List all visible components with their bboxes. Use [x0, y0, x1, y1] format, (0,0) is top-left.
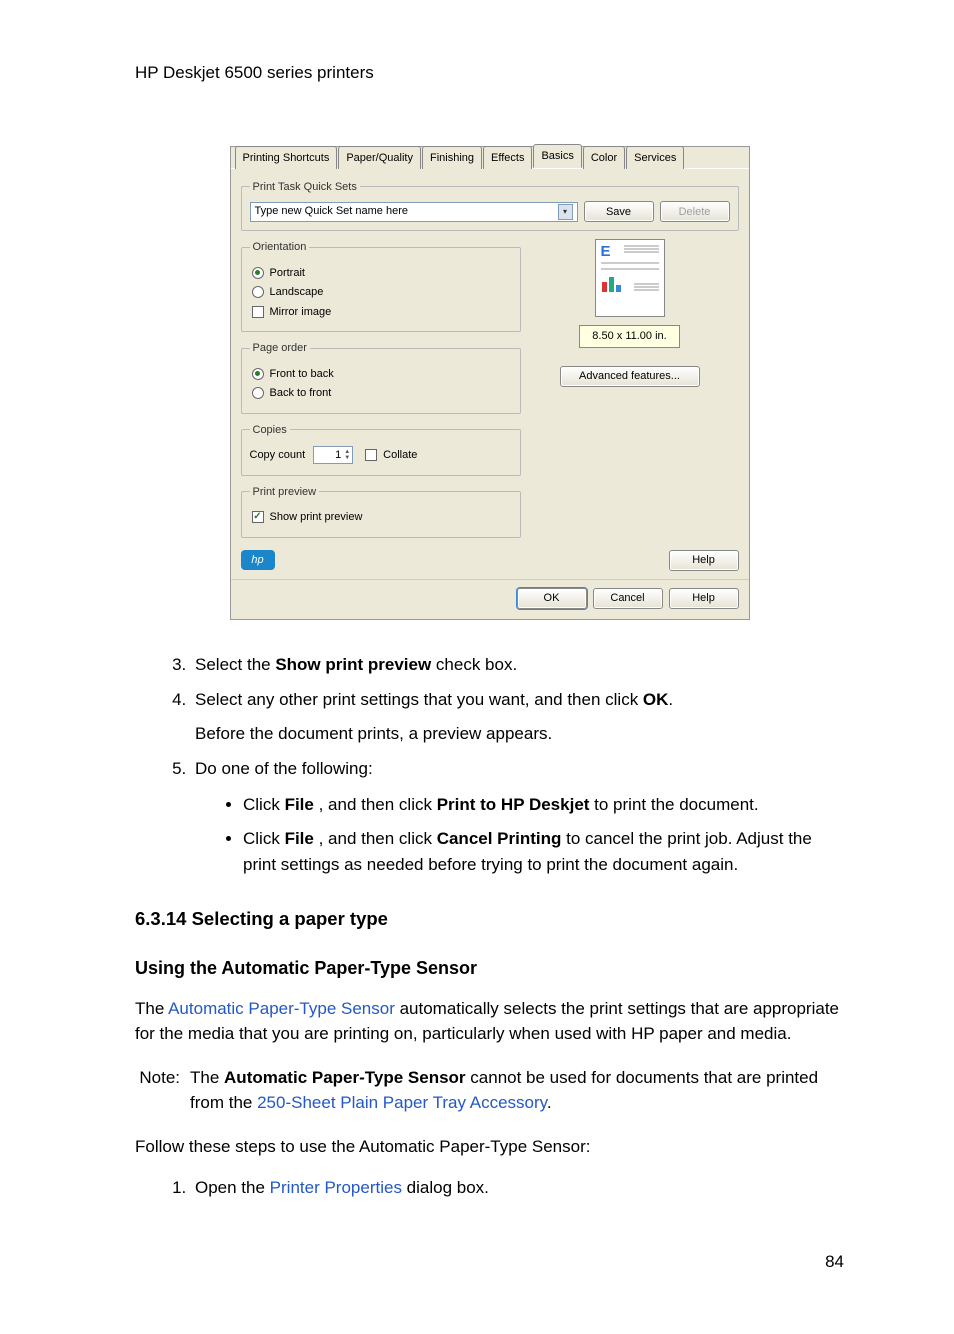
help-button[interactable]: Help [669, 588, 739, 609]
cancel-button[interactable]: Cancel [593, 588, 663, 609]
paragraph: The Automatic Paper-Type Sensor automati… [135, 996, 844, 1047]
page-title: HP Deskjet 6500 series printers [135, 60, 844, 86]
quick-sets-group: Print Task Quick Sets Type new Quick Set… [241, 179, 739, 232]
copies-legend: Copies [250, 422, 290, 439]
show-print-preview-label: Show print preview [270, 509, 363, 526]
checkbox-off-icon [252, 306, 264, 318]
step-5-option-2: Click File , and then click Cancel Print… [243, 826, 844, 877]
tray-accessory-link[interactable]: 250-Sheet Plain Paper Tray Accessory [257, 1093, 547, 1112]
orientation-group: Orientation Portrait Landscape Mirror im… [241, 239, 521, 332]
subsection-heading: Using the Automatic Paper-Type Sensor [135, 955, 844, 982]
paragraph: Follow these steps to use the Automatic … [135, 1134, 844, 1160]
tab-basics[interactable]: Basics [533, 144, 581, 168]
checkbox-off-icon [365, 449, 377, 461]
radio-on-icon [252, 368, 264, 380]
save-button[interactable]: Save [584, 201, 654, 222]
checkbox-on-icon [252, 511, 264, 523]
portrait-radio[interactable]: Portrait [252, 265, 510, 282]
dialog-screenshot: Printing Shortcuts Paper/Quality Finishi… [135, 146, 844, 620]
advanced-features-button[interactable]: Advanced features... [560, 366, 700, 387]
back-to-front-radio[interactable]: Back to front [252, 385, 510, 402]
ftb-label: Front to back [270, 366, 334, 383]
printer-properties-dialog: Printing Shortcuts Paper/Quality Finishi… [230, 146, 750, 620]
step-1: Open the Printer Properties dialog box. [191, 1175, 844, 1201]
tab-strip: Printing Shortcuts Paper/Quality Finishi… [231, 147, 749, 169]
tab-color[interactable]: Color [583, 146, 625, 169]
step-5-option-1: Click File , and then click Print to HP … [243, 792, 844, 818]
page-order-group: Page order Front to back Back to front [241, 340, 521, 414]
step-4: Select any other print settings that you… [191, 687, 844, 746]
spinner-down-icon[interactable]: ▼ [344, 455, 350, 461]
orientation-legend: Orientation [250, 239, 310, 256]
printer-properties-link[interactable]: Printer Properties [270, 1178, 402, 1197]
ok-button[interactable]: OK [517, 588, 587, 609]
radio-off-icon [252, 286, 264, 298]
copy-count-label: Copy count [250, 447, 306, 464]
section-heading: 6.3.14 Selecting a paper type [135, 905, 844, 933]
page-preview: E [595, 239, 665, 317]
tab-services[interactable]: Services [626, 146, 684, 169]
step-5: Do one of the following: Click File , an… [191, 756, 844, 877]
preview-glyph: E [601, 244, 611, 259]
note-body: The Automatic Paper-Type Sensor cannot b… [190, 1065, 844, 1116]
quick-set-placeholder: Type new Quick Set name here [255, 203, 408, 220]
instruction-list-2: Open the Printer Properties dialog box. [135, 1175, 844, 1201]
chevron-down-icon[interactable]: ▾ [558, 204, 573, 220]
tab-finishing[interactable]: Finishing [422, 146, 482, 169]
tab-effects[interactable]: Effects [483, 146, 532, 169]
print-preview-group: Print preview Show print preview [241, 484, 521, 538]
page-number: 84 [135, 1249, 844, 1275]
btf-label: Back to front [270, 385, 332, 402]
copies-group: Copies Copy count 1 ▲▼ Collate [241, 422, 521, 476]
copy-count-value: 1 [335, 447, 341, 464]
quick-set-combo[interactable]: Type new Quick Set name here ▾ [250, 202, 578, 222]
landscape-label: Landscape [270, 284, 324, 301]
mirror-checkbox[interactable]: Mirror image [252, 304, 510, 321]
collate-label: Collate [383, 447, 417, 464]
hp-logo-icon[interactable]: hp [241, 550, 275, 570]
tab-paper-quality[interactable]: Paper/Quality [338, 146, 421, 169]
step-4-note: Before the document prints, a preview ap… [195, 721, 844, 747]
instruction-list: Select the Show print preview check box.… [135, 652, 844, 878]
front-to-back-radio[interactable]: Front to back [252, 366, 510, 383]
show-print-preview-checkbox[interactable]: Show print preview [252, 509, 510, 526]
note-block: Note: The Automatic Paper-Type Sensor ca… [135, 1065, 844, 1116]
note-label: Note: [135, 1065, 190, 1116]
print-preview-legend: Print preview [250, 484, 320, 501]
radio-off-icon [252, 387, 264, 399]
paper-size-badge: 8.50 x 11.00 in. [579, 325, 679, 348]
help-inner-button[interactable]: Help [669, 550, 739, 571]
landscape-radio[interactable]: Landscape [252, 284, 510, 301]
portrait-label: Portrait [270, 265, 305, 282]
auto-paper-sensor-link[interactable]: Automatic Paper-Type Sensor [168, 999, 395, 1018]
radio-on-icon [252, 267, 264, 279]
copy-count-spinner[interactable]: 1 ▲▼ [313, 446, 353, 464]
page-order-legend: Page order [250, 340, 310, 357]
tab-printing-shortcuts[interactable]: Printing Shortcuts [235, 146, 338, 169]
quick-sets-legend: Print Task Quick Sets [250, 179, 360, 196]
delete-button: Delete [660, 201, 730, 222]
mirror-label: Mirror image [270, 304, 332, 321]
step-3: Select the Show print preview check box. [191, 652, 844, 678]
